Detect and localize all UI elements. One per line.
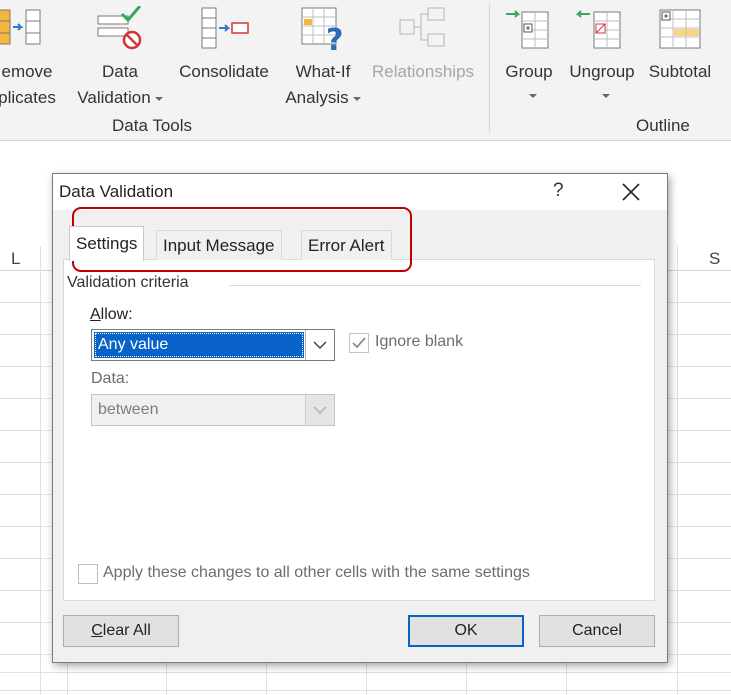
column-letter-l[interactable]: L — [11, 249, 20, 269]
gridline — [677, 246, 678, 695]
checkmark-icon — [352, 337, 366, 349]
settings-panel — [63, 259, 655, 601]
remove-duplicates-icon — [0, 9, 41, 45]
ribbon: emove plicates Data Validation Consolida… — [0, 0, 731, 141]
allow-label: Allow: — [90, 306, 133, 324]
consolidate-icon — [201, 7, 249, 49]
gridline — [366, 662, 367, 695]
divider — [229, 285, 641, 286]
relationships-icon — [399, 7, 445, 47]
allow-label-rest: llow: — [100, 306, 133, 323]
what-if-label-2-wrap: Analysis — [280, 85, 366, 110]
data-label: Data: — [91, 370, 130, 387]
allow-label-accesskey: A — [90, 306, 101, 323]
remove-duplicates-label-1: emove — [1, 62, 53, 81]
gridline — [466, 662, 467, 695]
consolidate-button[interactable]: Consolidate — [172, 0, 276, 112]
cancel-button[interactable]: Cancel — [539, 615, 655, 647]
apply-to-all-label: Apply these changes to all other cells w… — [103, 564, 530, 581]
data-validation-label-2: Validation — [77, 88, 151, 107]
gridline — [67, 662, 68, 695]
apply-to-all-checkbox[interactable] — [78, 564, 98, 584]
allow-select-dropdown[interactable] — [305, 330, 334, 360]
ignore-blank-label: Ignore blank — [375, 333, 464, 350]
tab-error-alert[interactable]: Error Alert — [301, 230, 392, 260]
data-validation-dialog: Data Validation ? Settings Input Message… — [52, 173, 668, 663]
clear-all-accesskey: C — [91, 622, 103, 639]
gridline — [40, 246, 41, 695]
data-select-dropdown[interactable] — [305, 395, 334, 425]
what-if-analysis-icon: ? — [301, 7, 343, 54]
ungroup-label: Ungroup — [569, 62, 635, 81]
help-button[interactable]: ? — [553, 180, 564, 202]
tab-settings[interactable]: Settings — [69, 226, 145, 261]
chevron-down-icon — [602, 94, 610, 98]
clear-all-label: lear All — [102, 622, 151, 639]
gridline — [566, 662, 567, 695]
subtotal-label: Subtotal — [648, 62, 712, 81]
consolidate-label: Consolidate — [179, 62, 269, 81]
ribbon-separator — [489, 4, 490, 132]
relationships-label: Relationships — [371, 62, 475, 81]
what-if-analysis-button[interactable]: ? What-If Analysis — [280, 0, 366, 112]
gridline — [166, 662, 167, 695]
data-select[interactable]: between — [91, 394, 335, 426]
chevron-down-icon — [352, 96, 361, 101]
dialog-titlebar[interactable]: Data Validation ? — [53, 174, 667, 210]
allow-select[interactable]: Any value — [91, 329, 335, 361]
group-label: Group — [505, 62, 553, 81]
chevron-down-icon — [154, 96, 163, 101]
data-validation-button[interactable]: Data Validation — [72, 0, 168, 112]
subtotal-button[interactable]: Subtotal — [642, 0, 718, 112]
chevron-down-icon — [313, 406, 327, 415]
remove-duplicates-button[interactable]: emove plicates — [0, 0, 68, 112]
chevron-down-icon — [313, 341, 327, 350]
dialog-title: Data Validation — [59, 182, 174, 201]
data-validation-label-2-wrap: Validation — [72, 85, 168, 110]
validation-criteria-heading: Validation criteria — [67, 274, 189, 291]
ignore-blank-checkbox[interactable] — [349, 333, 369, 353]
data-validation-icon — [97, 6, 142, 50]
data-validation-label-1: Data — [102, 62, 138, 81]
svg-text:?: ? — [326, 23, 343, 54]
group-button[interactable]: Group — [496, 0, 562, 112]
ok-button[interactable]: OK — [408, 615, 524, 647]
ungroup-button[interactable]: Ungroup — [562, 0, 642, 112]
outline-group-label: Outline — [636, 116, 690, 135]
remove-duplicates-label-2: plicates — [0, 88, 56, 107]
chevron-down-icon — [529, 94, 537, 98]
column-letter-s[interactable]: S — [709, 249, 720, 269]
gridline — [266, 662, 267, 695]
data-tools-group-label: Data Tools — [112, 116, 193, 135]
subtotal-icon — [659, 9, 701, 49]
group-icon — [506, 10, 549, 49]
what-if-label-2: Analysis — [285, 88, 349, 107]
what-if-label-1: What-If — [295, 62, 351, 81]
close-icon[interactable] — [617, 178, 645, 206]
data-select-value: between — [98, 401, 159, 418]
relationships-button[interactable]: Relationships — [366, 0, 480, 112]
clear-all-button[interactable]: Clear All — [63, 615, 179, 647]
allow-select-value: Any value — [94, 332, 304, 358]
ungroup-icon — [576, 10, 621, 49]
tab-input-message[interactable]: Input Message — [156, 230, 282, 260]
